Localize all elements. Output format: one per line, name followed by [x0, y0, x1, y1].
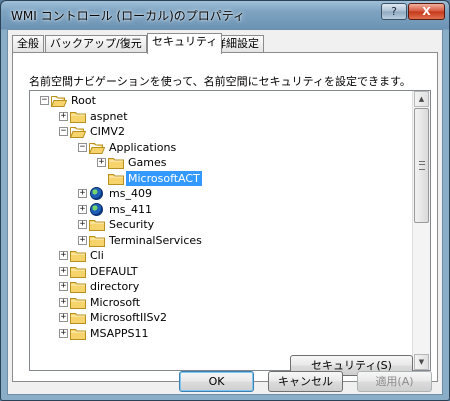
- apply-button[interactable]: 適用(A): [357, 371, 432, 392]
- scroll-down-button[interactable]: ▼: [414, 354, 429, 370]
- tree-node-label[interactable]: CIMV2: [88, 124, 127, 139]
- tab-security[interactable]: セキュリティ: [147, 33, 223, 54]
- collapse-icon[interactable]: −: [59, 127, 68, 136]
- scroll-up-button[interactable]: ▲: [414, 91, 429, 107]
- folder-icon: [70, 296, 86, 309]
- folder-icon: [108, 156, 124, 169]
- help-button[interactable]: ?: [381, 3, 407, 20]
- tree-node-label[interactable]: TerminalServices: [107, 233, 204, 248]
- expand-icon[interactable]: +: [78, 204, 87, 214]
- tree-node-label[interactable]: Root: [69, 93, 98, 108]
- tree-node-label[interactable]: Security: [107, 217, 156, 232]
- cancel-button[interactable]: キャンセル: [268, 371, 343, 392]
- tree-node-label[interactable]: MicrosoftACT: [125, 169, 203, 187]
- expand-icon[interactable]: +: [78, 189, 87, 198]
- namespace-tree[interactable]: + MSAPPS11 + MicrosoftIISv2 + Microsoft + direc…: [29, 90, 431, 371]
- expand-icon[interactable]: +: [97, 158, 106, 167]
- tree-node-label[interactable]: ms_411: [107, 202, 154, 217]
- globe-icon: [90, 202, 103, 216]
- folder-icon: [70, 311, 86, 324]
- folder-icon: [70, 110, 86, 123]
- properties-window: WMI コントロール (ローカル)のプロパティ ? X 全般 バックアップ/復元…: [0, 0, 450, 401]
- tree-node-label[interactable]: aspnet: [88, 109, 130, 124]
- security-tab-panel: 名前空間ナビゲーションを使って、名前空間にセキュリティを設定できます。 + MSA…: [12, 52, 438, 382]
- folder-icon: [70, 249, 86, 262]
- tab-backup-restore[interactable]: バックアップ/復元: [45, 35, 147, 52]
- tree-node-label[interactable]: ms_409: [107, 186, 154, 201]
- folder-icon: [89, 218, 105, 231]
- tree-node-label[interactable]: Cli: [88, 248, 106, 263]
- expand-icon[interactable]: +: [59, 111, 68, 121]
- tree-node-label[interactable]: Applications: [107, 140, 178, 155]
- folder-open-icon: [50, 94, 68, 107]
- tree-node-label[interactable]: Games: [126, 155, 168, 170]
- expand-icon[interactable]: +: [59, 282, 68, 291]
- globe-icon: [90, 187, 103, 200]
- scroll-grip-icon: [419, 161, 425, 170]
- collapse-icon[interactable]: −: [78, 142, 87, 152]
- expand-icon[interactable]: +: [59, 313, 68, 322]
- expand-icon[interactable]: +: [59, 251, 68, 260]
- close-button[interactable]: X: [408, 3, 445, 20]
- folder-icon: [70, 327, 86, 340]
- tree-node-label[interactable]: MicrosoftIISv2: [88, 310, 169, 325]
- folder-icon: [89, 234, 105, 247]
- folder-icon: [108, 172, 124, 185]
- expand-icon[interactable]: +: [59, 297, 68, 307]
- ok-button[interactable]: OK: [179, 371, 254, 392]
- description-text: 名前空間ナビゲーションを使って、名前空間にセキュリティを設定できます。: [29, 75, 411, 88]
- folder-icon: [70, 265, 86, 278]
- collapse-icon[interactable]: −: [40, 96, 49, 105]
- expand-icon[interactable]: +: [59, 328, 68, 338]
- tab-general[interactable]: 全般: [12, 35, 44, 52]
- folder-open-icon: [88, 141, 106, 154]
- dialog-client: 全般 バックアップ/復元 セキュリティ 詳細設定 名前空間ナビゲーションを使って…: [7, 29, 443, 395]
- expand-icon[interactable]: +: [78, 235, 87, 245]
- expand-icon[interactable]: +: [78, 220, 87, 229]
- folder-open-icon: [69, 125, 87, 138]
- window-title: WMI コントロール (ローカル)のプロパティ: [11, 9, 246, 23]
- title-bar[interactable]: WMI コントロール (ローカル)のプロパティ ? X: [1, 1, 449, 29]
- tree-node-label[interactable]: Microsoft: [88, 295, 142, 310]
- scroll-thumb[interactable]: [414, 108, 429, 223]
- tree-node-label[interactable]: MSAPPS11: [88, 326, 150, 341]
- tree-node-label[interactable]: DEFAULT: [88, 264, 140, 279]
- expand-icon[interactable]: +: [59, 266, 68, 276]
- tree-node-label[interactable]: directory: [88, 279, 141, 294]
- tree-vertical-scrollbar[interactable]: ▲ ▼: [412, 91, 430, 370]
- folder-icon: [70, 280, 86, 293]
